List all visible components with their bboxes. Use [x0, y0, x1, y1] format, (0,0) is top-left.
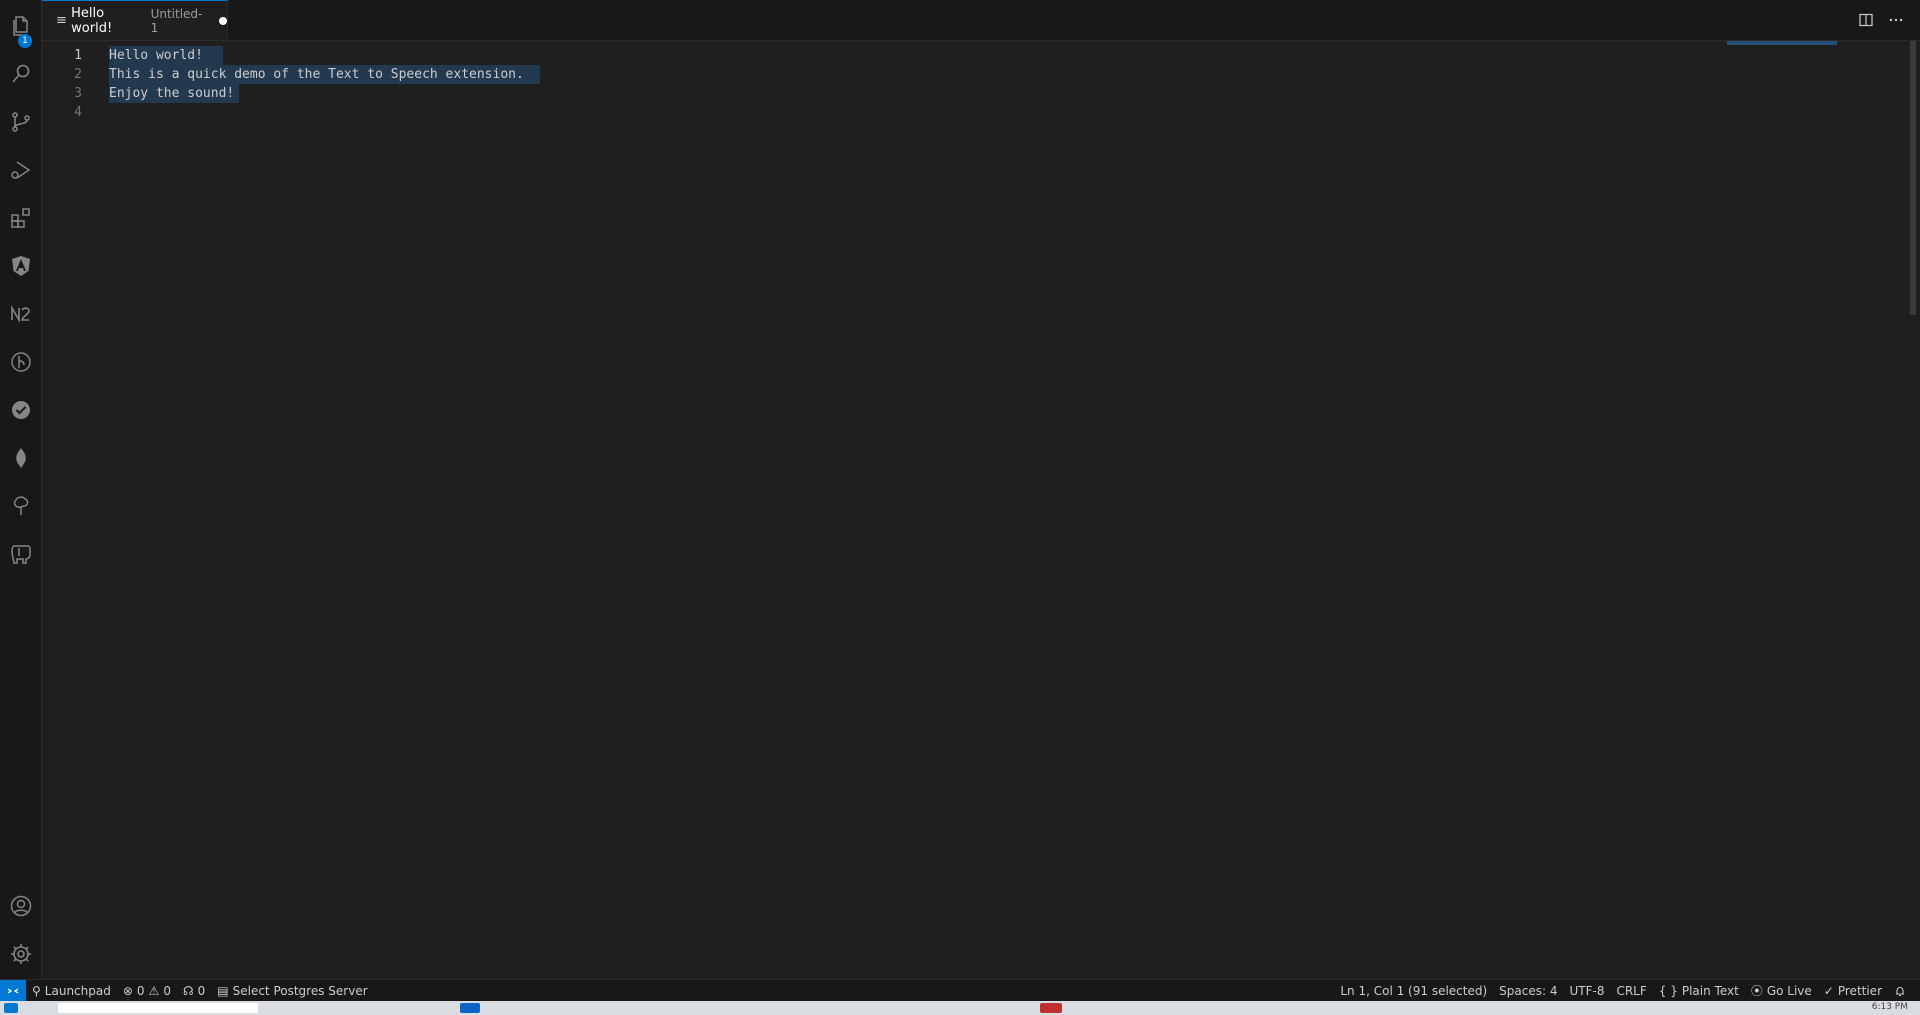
ports-count: 0 — [197, 983, 206, 998]
source-control-icon[interactable] — [0, 102, 41, 142]
launchpad-label: Launchpad — [44, 983, 111, 998]
tab-bar: ≡ Hello world! Untitled-1 — [42, 0, 1920, 41]
minimap-slider[interactable] — [1727, 41, 1837, 45]
line-text: Enjoy the sound! — [109, 86, 235, 101]
split-editor-icon[interactable] — [1856, 10, 1876, 30]
language-mode-button[interactable]: { } Plain Text — [1653, 984, 1745, 998]
database-icon: ▤ — [217, 983, 229, 998]
activity-bar: 1 — [0, 0, 42, 979]
eol: CRLF — [1616, 983, 1647, 998]
unsaved-dot-icon[interactable] — [219, 16, 227, 25]
eol-button[interactable]: CRLF — [1610, 984, 1652, 998]
broadcast-icon: ⦿ — [1750, 984, 1763, 998]
warning-count: 0 — [163, 983, 171, 998]
bell-icon — [1896, 986, 1904, 996]
editor-tab[interactable]: ≡ Hello world! Untitled-1 — [42, 0, 228, 40]
remote-indicator-icon[interactable] — [0, 979, 26, 1002]
editor-line[interactable]: 3 Enjoy the sound! — [42, 84, 602, 103]
taskbar-app-icon[interactable] — [460, 1003, 480, 1013]
indentation: Spaces: 4 — [1499, 983, 1558, 998]
tree-icon[interactable] — [0, 486, 41, 526]
broadcast-icon: ☊ — [182, 983, 194, 998]
line-number: 2 — [74, 67, 82, 82]
go-live-label: Go Live — [1766, 983, 1812, 998]
account-icon[interactable] — [0, 886, 41, 926]
editor-line[interactable]: 1 Hello world! — [42, 46, 602, 65]
tab-title: Hello world! — [71, 5, 113, 36]
problems-button[interactable]: ⊗ 0 ⚠ 0 — [117, 984, 177, 998]
launchpad-button[interactable]: ⚲ Launchpad — [26, 984, 117, 998]
error-icon: ⊗ — [122, 983, 133, 998]
gitlens-icon[interactable] — [0, 342, 41, 382]
error-count: 0 — [136, 983, 145, 998]
cursor-position-button[interactable]: Ln 1, Col 1 (91 selected) — [1334, 984, 1493, 998]
line-number: 1 — [74, 48, 82, 63]
double-check-icon: ✓ — [1823, 983, 1834, 998]
postgres-label: Select Postgres Server — [232, 983, 368, 998]
line-number: 4 — [74, 105, 82, 120]
ports-button[interactable]: ☊ 0 — [177, 984, 211, 998]
encoding-button[interactable]: UTF-8 — [1563, 984, 1610, 998]
language-mode: Plain Text — [1681, 983, 1739, 998]
files-icon[interactable]: 1 — [0, 6, 41, 48]
start-icon[interactable] — [4, 1003, 18, 1013]
indentation-button[interactable]: Spaces: 4 — [1493, 984, 1563, 998]
prettier-button[interactable]: ✓ Prettier — [1818, 984, 1888, 998]
taskbar-search[interactable] — [58, 1003, 258, 1013]
prettier-label: Prettier — [1837, 983, 1882, 998]
editor-line[interactable]: 4 — [42, 103, 602, 122]
elephant-icon[interactable] — [0, 534, 41, 574]
search-icon[interactable] — [0, 54, 41, 94]
warning-icon: ⚠ — [148, 983, 160, 998]
extensions-icon[interactable] — [0, 198, 41, 238]
editor-area[interactable]: 1 Hello world! 2 This is a quick demo of… — [42, 41, 1916, 979]
tab-description: Untitled-1 — [150, 6, 203, 35]
text-file-icon: ≡ — [56, 13, 67, 28]
taskbar-clock: 6:13 PM — [1871, 1002, 1908, 1012]
editor-actions — [1856, 10, 1906, 30]
editor-line[interactable]: 2 This is a quick demo of the Text to Sp… — [42, 65, 602, 84]
gear-icon[interactable] — [0, 934, 41, 974]
run-debug-icon[interactable] — [0, 150, 41, 190]
vertical-scrollbar[interactable] — [1910, 41, 1916, 315]
go-live-button[interactable]: ⦿ Go Live — [1745, 982, 1818, 999]
cursor-position: Ln 1, Col 1 (91 selected) — [1340, 983, 1488, 998]
status-bar: ⚲ Launchpad ⊗ 0 ⚠ 0 ☊ 0 ▤ Select Postgre… — [0, 979, 1920, 1002]
rocket-icon: ⚲ — [32, 983, 41, 998]
taskbar-app-icon[interactable] — [1040, 1003, 1062, 1013]
os-taskbar: 6:13 PM — [0, 1001, 1920, 1015]
line-text: This is a quick demo of the Text to Spee… — [109, 67, 524, 82]
leaf-icon[interactable] — [0, 438, 41, 478]
braces-icon: { } — [1658, 983, 1678, 998]
line-number: 3 — [74, 86, 82, 101]
explorer-badge: 1 — [18, 34, 32, 48]
n2-icon[interactable] — [0, 294, 41, 334]
angular-icon[interactable] — [0, 246, 41, 286]
check-icon[interactable] — [0, 390, 41, 430]
more-actions-icon[interactable] — [1886, 10, 1906, 30]
line-text: Hello world! — [109, 48, 203, 63]
notifications-button[interactable] — [1888, 985, 1912, 997]
postgres-server-button[interactable]: ▤ Select Postgres Server — [211, 984, 373, 998]
encoding: UTF-8 — [1569, 983, 1605, 998]
